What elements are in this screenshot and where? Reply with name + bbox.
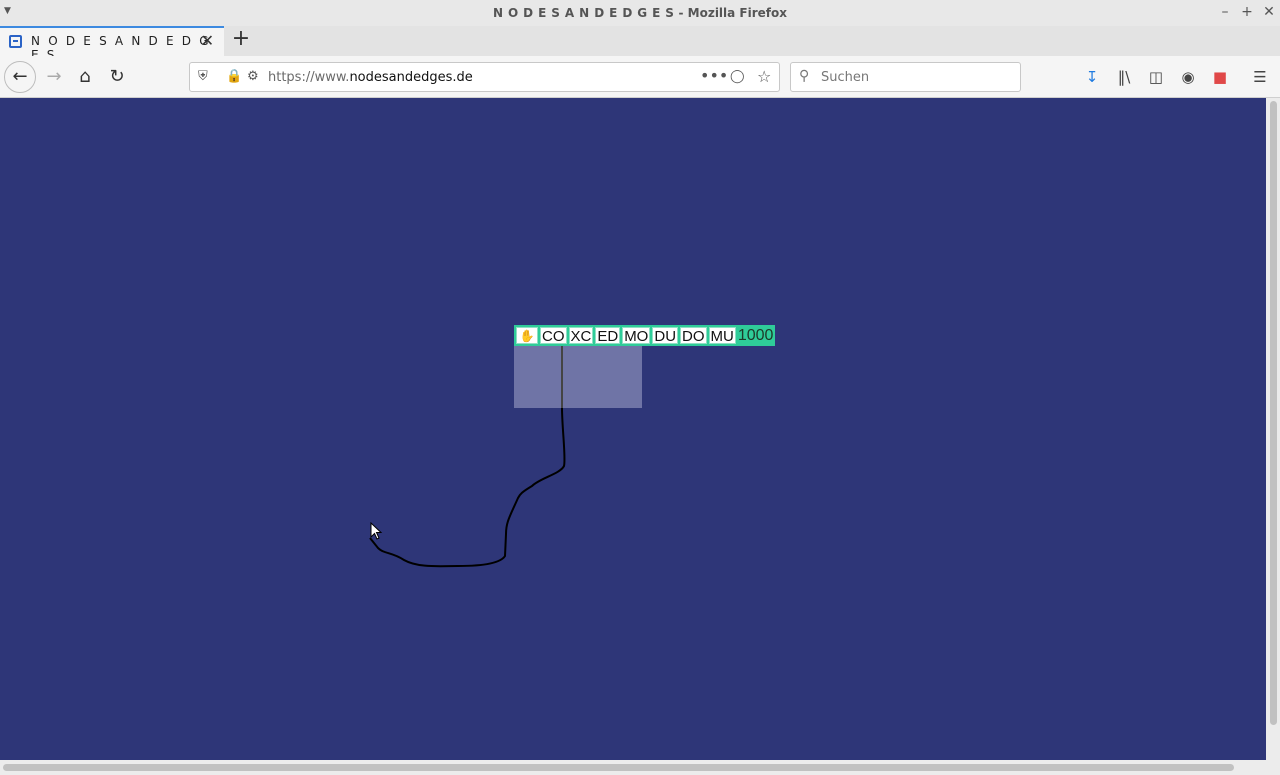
edge-layer [369, 407, 566, 568]
mouse-cursor-icon [370, 522, 383, 540]
node-button-mo[interactable]: MO [622, 327, 651, 345]
node-count: 1000 [737, 327, 774, 344]
sidebar-icon[interactable]: ◫ [1146, 67, 1166, 87]
extension-icon[interactable]: ■ [1210, 67, 1230, 87]
lock-icon[interactable]: 🔒 [226, 69, 242, 84]
edge-line[interactable] [369, 407, 566, 568]
node-button-du[interactable]: DU [652, 327, 679, 345]
node-button-do[interactable]: DO [680, 327, 707, 345]
url-prefix: https://www. [268, 70, 350, 85]
back-button[interactable]: ← [4, 61, 36, 93]
search-bar[interactable]: ⚲ Suchen [790, 62, 1021, 92]
menu-hamburger-icon[interactable]: ☰ [1250, 67, 1270, 87]
hand-drag-icon[interactable]: ✋ [516, 327, 538, 344]
tab-strip: N O D E S A N D E D G E S ✕ + [0, 26, 1280, 62]
node-connector [561, 346, 563, 408]
tracking-protection-shield-icon[interactable]: ⛨ [198, 69, 208, 84]
new-tab-button[interactable]: + [231, 28, 251, 52]
node-body[interactable] [514, 346, 642, 408]
navigation-bar: ← → ⌂ ↻ ⛨ 🔒 ⚙ https://www.nodesandedges.… [0, 56, 1280, 98]
url-domain: nodesandedges.de [349, 70, 473, 85]
close-tab-icon[interactable]: ✕ [201, 31, 214, 50]
downloads-icon[interactable]: ↧ [1082, 67, 1102, 87]
close-window-icon[interactable]: ✕ [1260, 3, 1278, 21]
bookmark-star-icon[interactable]: ☆ [757, 67, 771, 86]
tab-nodesandedges[interactable]: N O D E S A N D E D G E S ✕ [0, 26, 224, 62]
horizontal-scrollbar-thumb[interactable] [3, 764, 1234, 771]
horizontal-scrollbar[interactable] [0, 760, 1280, 775]
search-placeholder: Suchen [821, 70, 870, 85]
search-icon: ⚲ [799, 68, 810, 84]
vertical-scrollbar[interactable] [1266, 98, 1280, 760]
reload-button[interactable]: ↻ [103, 63, 131, 91]
window-title-site: N O D E S A N D E D G E S [492, 6, 675, 20]
home-button[interactable]: ⌂ [71, 63, 99, 91]
url-bar[interactable]: ⛨ 🔒 ⚙ https://www.nodesandedges.de ••• ◯… [189, 62, 780, 92]
node-button-mu[interactable]: MU [708, 327, 736, 345]
node-button-ed[interactable]: ED [595, 327, 621, 345]
node-button-co[interactable]: CO [540, 327, 567, 345]
pocket-icon[interactable]: ◯ [730, 69, 745, 84]
window-titlebar: ▼ N O D E S A N D E D G E S - Mozilla Fi… [0, 0, 1280, 26]
node-canvas[interactable]: ✋ CO XC ED MO DU DO MU 1000 [0, 98, 1266, 760]
site-favicon-icon [9, 35, 22, 48]
window-title-app: - Mozilla Firefox [674, 6, 788, 20]
maximize-icon[interactable]: + [1238, 3, 1256, 21]
node-toolbar: ✋ CO XC ED MO DU DO MU 1000 [514, 325, 776, 346]
permissions-icon[interactable]: ⚙ [247, 69, 259, 84]
window-title: N O D E S A N D E D G E S - Mozilla Fire… [0, 6, 1280, 20]
page-actions-icon[interactable]: ••• [700, 66, 728, 85]
forward-button[interactable]: → [40, 63, 68, 91]
library-icon[interactable]: ‖\ [1114, 67, 1134, 87]
vertical-scrollbar-thumb[interactable] [1270, 101, 1277, 725]
node-button-xc[interactable]: XC [568, 327, 594, 345]
account-icon[interactable]: ◉ [1178, 67, 1198, 87]
url-text[interactable]: https://www.nodesandedges.de [268, 70, 473, 85]
minimize-icon[interactable]: – [1216, 3, 1234, 21]
